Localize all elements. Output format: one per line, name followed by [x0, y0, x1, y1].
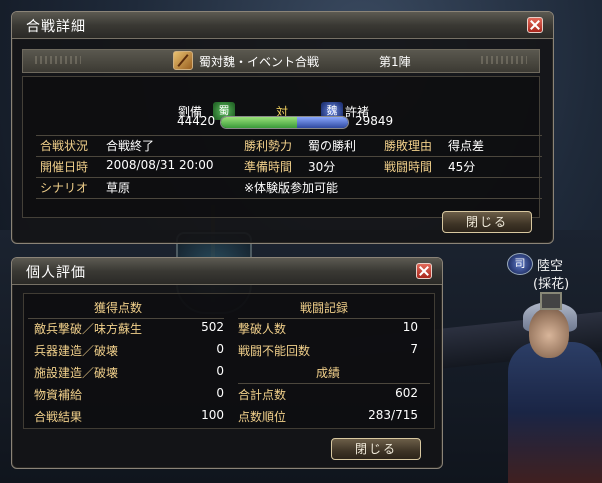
battle-detail-titlebar[interactable]: 合戦詳細 — [12, 12, 553, 39]
shu-score: 44420 — [177, 114, 216, 128]
stat-value: 7 — [410, 342, 418, 356]
info-row-time: 開催日時 2008/08/31 20:00 準備時間 30分 戦闘時間 45分 — [34, 158, 544, 178]
divider — [36, 177, 542, 178]
stat-row-total-points: 合計点数 602 — [238, 386, 418, 406]
value-start-datetime: 2008/08/31 20:00 — [106, 158, 214, 172]
stat-row-weapons: 兵器建造／破壊 0 — [34, 342, 224, 362]
character-nameplate[interactable]: 司 陸空 — [507, 253, 563, 275]
stat-label: 合計点数 — [238, 388, 287, 402]
stat-row-supply: 物資補給 0 — [34, 386, 224, 406]
wei-score: 29849 — [355, 114, 394, 128]
label-winning-side: 勝利勢力 — [244, 139, 293, 153]
stat-row-battle-result: 合戦結果 100 — [34, 408, 224, 428]
character-name: 陸空 — [537, 258, 564, 274]
decor-dots-right — [481, 56, 527, 64]
stat-value: 0 — [216, 386, 224, 400]
stat-value: 602 — [395, 386, 418, 400]
event-name: 蜀対魏・イベント合戦 — [199, 55, 320, 69]
stat-label: 敵兵撃破／味方蘇生 — [34, 322, 143, 336]
combat-record-header: 戦闘記録 — [300, 301, 349, 315]
stat-row-kill-count: 撃破人数 10 — [238, 320, 418, 340]
score-bar — [220, 116, 349, 129]
player-character-crown — [540, 292, 562, 310]
stat-value: 502 — [201, 320, 224, 334]
score-bar-wei — [296, 117, 348, 128]
value-win-reason: 得点差 — [448, 139, 485, 153]
stat-value: 283/715 — [368, 408, 418, 422]
stat-label: 兵器建造／破壊 — [34, 344, 119, 358]
info-row-scenario: シナリオ 草原 ※体験版参加可能 — [34, 179, 544, 199]
stat-row-kills-revives: 敵兵撃破／味方蘇生 502 — [34, 320, 224, 340]
personal-evaluation-titlebar[interactable]: 個人評価 — [12, 258, 442, 285]
score-bar-shu — [221, 117, 297, 128]
label-battle-status: 合戦状況 — [40, 139, 89, 153]
character-title: (採花) — [533, 277, 570, 292]
label-battle-time: 戦闘時間 — [384, 160, 433, 174]
stat-label: 戦闘不能回数 — [238, 344, 311, 358]
divider — [36, 156, 542, 157]
stat-row-knockouts: 戦闘不能回数 7 — [238, 342, 418, 362]
stat-label: 点数順位 — [238, 410, 287, 424]
label-win-reason: 勝敗理由 — [384, 139, 433, 153]
window-title: 個人評価 — [26, 265, 86, 281]
personal-evaluation-window: 個人評価 獲得点数 敵兵撃破／味方蘇生 502 兵器建造／破壊 0 施設建造／破… — [11, 257, 443, 469]
stat-value: 0 — [216, 342, 224, 356]
label-scenario: シナリオ — [40, 181, 89, 195]
divider — [36, 198, 542, 199]
close-icon[interactable] — [416, 263, 432, 279]
value-scenario: 草原 — [106, 181, 131, 195]
stat-label: 物資補給 — [34, 388, 83, 402]
close-icon[interactable] — [527, 17, 543, 33]
label-start-datetime: 開催日時 — [40, 160, 89, 174]
divider — [28, 318, 224, 319]
event-banner: 蜀対魏・イベント合戦 第1陣 — [22, 49, 540, 73]
info-row-status: 合戦状況 合戦終了 勝利勢力 蜀の勝利 勝敗理由 得点差 — [34, 137, 544, 157]
close-button[interactable]: 閉じる — [331, 438, 421, 460]
value-prep-time: 30分 — [308, 160, 336, 174]
results-header: 成績 — [316, 366, 341, 380]
stat-row-rank: 点数順位 283/715 — [238, 408, 418, 428]
stat-label: 合戦結果 — [34, 410, 83, 424]
stats-panel: 獲得点数 敵兵撃破／味方蘇生 502 兵器建造／破壊 0 施設建造／破壊 0 物… — [23, 293, 435, 429]
stat-value: 10 — [402, 320, 418, 334]
stat-label: 撃破人数 — [238, 322, 287, 336]
player-character-face — [529, 308, 569, 358]
label-prep-time: 準備時間 — [244, 160, 293, 174]
crossed-swords-icon — [173, 51, 193, 70]
event-phase: 第1陣 — [379, 55, 411, 69]
points-header: 獲得点数 — [94, 301, 143, 315]
stat-value: 100 — [201, 408, 224, 422]
character-faction-icon: 司 — [507, 253, 533, 275]
value-battle-status: 合戦終了 — [106, 139, 155, 153]
stat-value: 0 — [216, 364, 224, 378]
player-character[interactable] — [508, 342, 602, 483]
divider — [238, 383, 430, 384]
stat-label: 施設建造／破壊 — [34, 366, 119, 380]
window-title: 合戦詳細 — [26, 19, 86, 35]
value-winning-side: 蜀の勝利 — [308, 139, 357, 153]
value-battle-time: 45分 — [448, 160, 476, 174]
divider — [238, 318, 430, 319]
close-button[interactable]: 閉じる — [442, 211, 532, 233]
decor-dots-left — [35, 56, 81, 64]
stat-row-facilities: 施設建造／破壊 0 — [34, 364, 224, 384]
divider — [36, 135, 542, 136]
battle-detail-window: 合戦詳細 蜀対魏・イベント合戦 第1陣 劉備 蜀 対 魏 許褚 44420 29… — [11, 11, 554, 244]
trial-note: ※体験版参加可能 — [244, 181, 339, 195]
